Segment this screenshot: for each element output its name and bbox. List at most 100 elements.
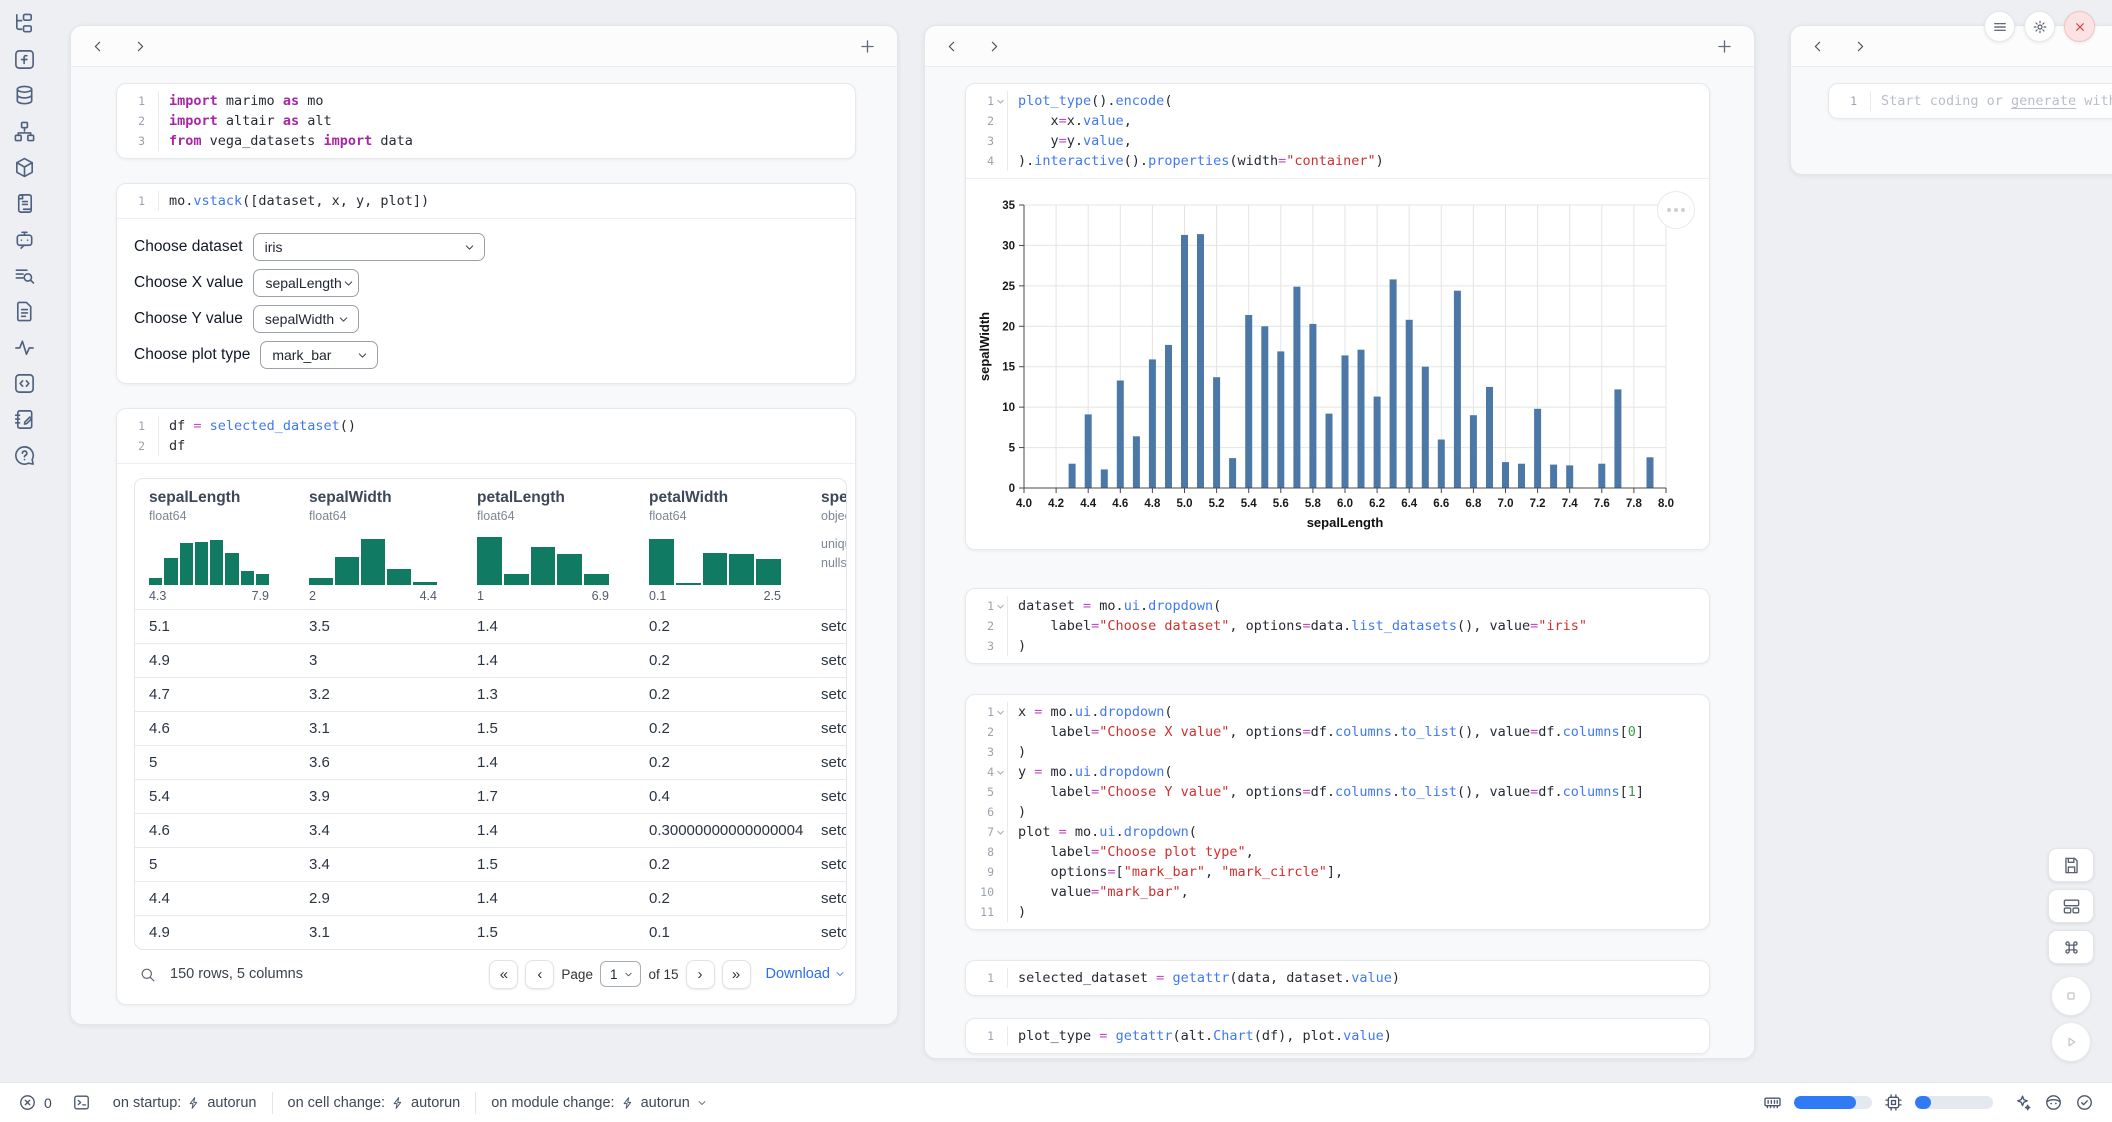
- code-editor[interactable]: 1mo.vstack([dataset, x, y, plot]): [117, 184, 855, 218]
- chevron-right-icon[interactable]: [1852, 38, 1869, 55]
- chevron-left-icon[interactable]: [89, 38, 106, 55]
- chart-actions-button[interactable]: [1657, 191, 1695, 229]
- fold-indicator-icon[interactable]: [994, 822, 1007, 842]
- table-row[interactable]: 53.61.40.2setosa: [135, 745, 846, 779]
- code-editor[interactable]: 1plot_type().encode(2 x=x.value,3 y=y.va…: [966, 84, 1709, 178]
- code-editor[interactable]: 1df = selected_dataset()2df: [117, 409, 855, 463]
- code-text: ): [1007, 636, 1026, 656]
- run-button[interactable]: [2051, 1022, 2091, 1062]
- svg-text:35: 35: [1002, 200, 1015, 212]
- table-row[interactable]: 5.13.51.40.2setosa: [135, 609, 846, 643]
- fold-gutter: [994, 1026, 1007, 1046]
- menu-button[interactable]: [1984, 11, 2015, 42]
- command-palette-button[interactable]: [2048, 930, 2094, 964]
- dropdown-label: Choose X value: [134, 274, 243, 292]
- sparkles-icon[interactable]: [2013, 1093, 2032, 1112]
- fold-indicator-icon[interactable]: [994, 702, 1007, 722]
- fold-indicator-icon[interactable]: [994, 762, 1007, 782]
- search-icon[interactable]: [139, 966, 156, 983]
- fold-gutter: [145, 191, 158, 211]
- dropdown-select[interactable]: mark_bar: [260, 341, 378, 369]
- column-meta: unique:nulls:: [821, 535, 847, 573]
- file-text-icon[interactable]: [13, 300, 36, 323]
- on-module-change-setting[interactable]: on module change: autorun: [491, 1095, 708, 1111]
- generate-link[interactable]: generate: [2011, 93, 2076, 109]
- table-row[interactable]: 4.73.21.30.2setosa: [135, 677, 846, 711]
- table-cell: 0.2: [635, 644, 807, 677]
- chevron-left-icon[interactable]: [943, 38, 960, 55]
- column-title: petalLength: [477, 489, 635, 507]
- activity-icon[interactable]: [13, 336, 36, 359]
- layout-button[interactable]: [2048, 889, 2094, 923]
- dropdown-select[interactable]: iris: [253, 233, 485, 261]
- settings-button[interactable]: [2024, 11, 2055, 42]
- file-tree-icon[interactable]: [13, 12, 36, 35]
- connection-status-icon[interactable]: [2075, 1093, 2094, 1112]
- first-page-button[interactable]: «: [489, 960, 518, 989]
- table-cell: 1.4: [463, 610, 635, 643]
- table-row[interactable]: 5.43.91.70.4setosa: [135, 779, 846, 813]
- table-row[interactable]: 4.63.41.40.30000000000000004setosa: [135, 813, 846, 847]
- assistant-icon[interactable]: [2044, 1093, 2063, 1112]
- stop-button[interactable]: [2051, 976, 2091, 1016]
- table-row[interactable]: 4.931.40.2setosa: [135, 643, 846, 677]
- table-row[interactable]: 4.63.11.50.2setosa: [135, 711, 846, 745]
- column-histogram[interactable]: [477, 531, 609, 585]
- table-row[interactable]: 53.41.50.2setosa: [135, 847, 846, 881]
- table-cell: 4.6: [135, 712, 295, 745]
- table-cell: 1.4: [463, 746, 635, 779]
- code-line: 9 options=["mark_bar", "mark_circle"],: [966, 862, 1709, 882]
- code-editor[interactable]: 1plot_type = getattr(alt.Chart(df), plot…: [966, 1019, 1709, 1053]
- table-row[interactable]: 4.42.91.40.2setosa: [135, 881, 846, 915]
- fold-gutter: [994, 782, 1007, 802]
- column-histogram[interactable]: [309, 531, 437, 585]
- close-button[interactable]: [2064, 11, 2095, 42]
- line-number: 8: [966, 842, 994, 862]
- database-icon[interactable]: [13, 84, 36, 107]
- chevron-right-icon[interactable]: [132, 38, 149, 55]
- circle-x-icon: [18, 1093, 37, 1112]
- table-cell: 5: [135, 746, 295, 779]
- add-cell-icon[interactable]: [1715, 37, 1734, 56]
- table-cell: setosa: [807, 746, 847, 779]
- download-button[interactable]: Download: [766, 966, 847, 982]
- table-row[interactable]: 4.93.11.50.1setosa: [135, 915, 846, 949]
- table-cell: 5.1: [135, 610, 295, 643]
- function-square-icon[interactable]: [13, 48, 36, 71]
- bot-chat-icon[interactable]: [13, 228, 36, 251]
- prev-page-button[interactable]: ‹: [525, 960, 554, 989]
- last-page-button[interactable]: »: [722, 960, 751, 989]
- fold-indicator-icon[interactable]: [994, 596, 1007, 616]
- terminal-button[interactable]: [72, 1093, 91, 1112]
- code-editor[interactable]: 1import marimo as mo2import altair as al…: [117, 84, 855, 158]
- code-editor[interactable]: 1x = mo.ui.dropdown(2 label="Choose X va…: [966, 695, 1709, 929]
- column-histogram[interactable]: [649, 531, 781, 585]
- column-histogram[interactable]: [149, 531, 269, 585]
- package-icon[interactable]: [13, 156, 36, 179]
- next-page-button[interactable]: ›: [686, 960, 715, 989]
- on-cell-change-setting[interactable]: on cell change: autorun: [288, 1095, 461, 1111]
- dropdown-select[interactable]: sepalWidth: [253, 305, 359, 333]
- save-button[interactable]: [2048, 848, 2094, 882]
- notebook-pen-icon[interactable]: [13, 408, 36, 431]
- code-editor[interactable]: 1dataset = mo.ui.dropdown(2 label="Choos…: [966, 589, 1709, 663]
- dropdown-select[interactable]: sepalLength: [253, 269, 359, 297]
- help-circle-icon[interactable]: [13, 444, 36, 467]
- errors-indicator[interactable]: 0: [18, 1093, 52, 1112]
- network-icon[interactable]: [13, 120, 36, 143]
- search-list-icon[interactable]: [13, 264, 36, 287]
- fold-indicator-icon[interactable]: [994, 91, 1007, 111]
- code-line: 1df = selected_dataset(): [117, 416, 855, 436]
- code-editor[interactable]: 1selected_dataset = getattr(data, datase…: [966, 961, 1709, 995]
- on-startup-setting[interactable]: on startup: autorun: [113, 1095, 257, 1111]
- chevron-right-icon[interactable]: [986, 38, 1003, 55]
- page-select[interactable]: 1: [600, 961, 642, 987]
- chevron-left-icon[interactable]: [1809, 38, 1826, 55]
- bar-chart[interactable]: 051015202530354.04.24.44.64.85.05.25.45.…: [976, 191, 1676, 536]
- add-cell-icon[interactable]: [858, 37, 877, 56]
- scroll-icon[interactable]: [13, 192, 36, 215]
- code-editor[interactable]: 1 Start coding or generate with: [1829, 84, 2112, 118]
- code-text: import altair as alt: [158, 111, 332, 131]
- svg-text:7.0: 7.0: [1498, 498, 1514, 510]
- code-box-icon[interactable]: [13, 372, 36, 395]
